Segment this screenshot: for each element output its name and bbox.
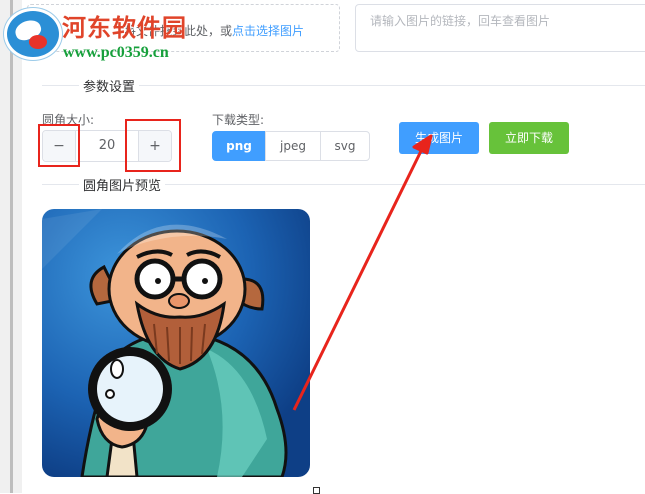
annotation-arrow [292,134,433,411]
